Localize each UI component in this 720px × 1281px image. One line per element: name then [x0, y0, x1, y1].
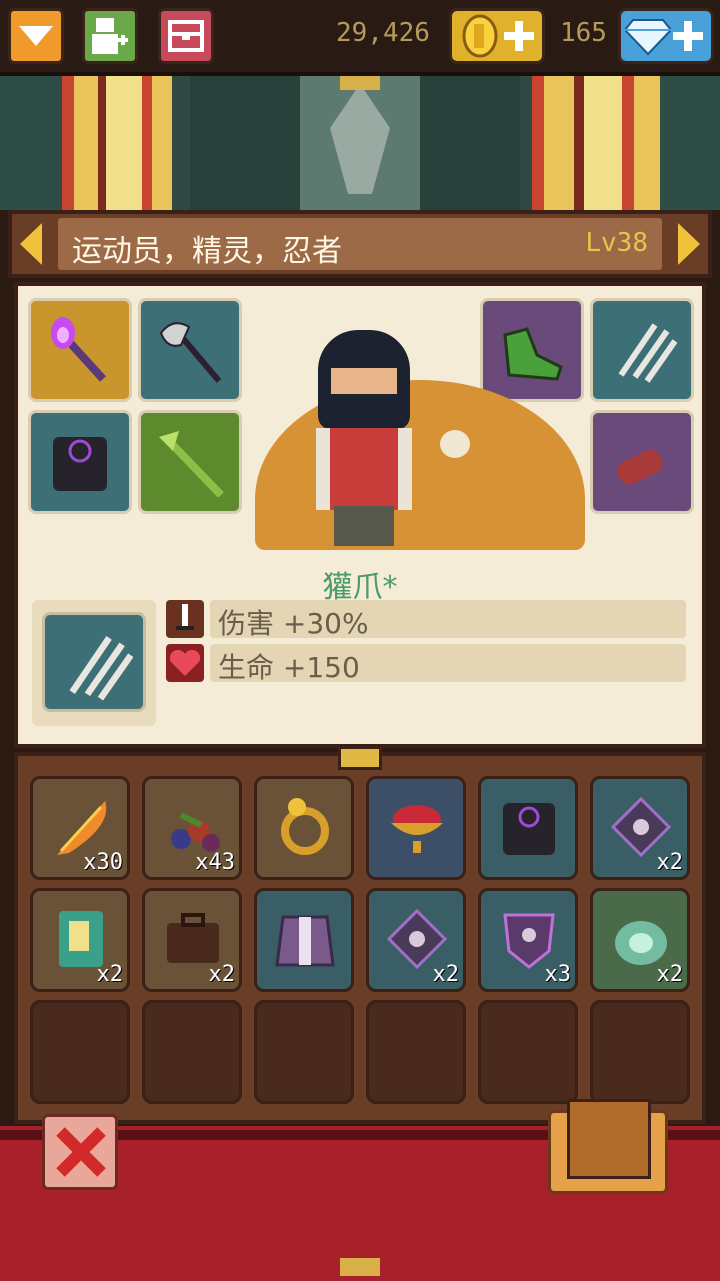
top-bar: 29,426 165 — [0, 0, 720, 76]
dark-armor-icon — [503, 803, 555, 855]
add-hero-icon — [92, 18, 128, 54]
item-count: x2 — [96, 962, 124, 987]
item-count: x2 — [208, 962, 236, 987]
inventory-slot[interactable]: x2 — [590, 776, 690, 880]
claw-icon — [69, 636, 133, 701]
add-hero-button[interactable] — [82, 8, 138, 64]
inventory-slot[interactable] — [366, 776, 466, 880]
gold-ring-icon — [281, 798, 329, 855]
treasure-chest-icon — [567, 1099, 651, 1179]
next-hero-arrow-icon[interactable] — [678, 223, 700, 265]
inventory-slot[interactable]: x43 — [142, 776, 242, 880]
purple-torch-icon — [51, 317, 106, 382]
plus-icon — [671, 19, 705, 53]
chest-menu-button[interactable] — [158, 8, 214, 64]
diamond-icon — [625, 19, 671, 56]
character-name-bar: 运动员，精灵，忍者 Lv38 — [8, 210, 712, 278]
ruby-bowl-icon — [391, 805, 443, 853]
purple-robe-icon — [275, 915, 335, 967]
dark-armor-icon — [53, 437, 107, 491]
gold-amount: 29,426 — [336, 18, 430, 48]
claw-icon — [618, 323, 677, 383]
inventory-slot[interactable] — [478, 776, 578, 880]
chest-menu-icon — [168, 20, 204, 52]
hero-classes: 运动员，精灵，忍者 — [72, 234, 342, 269]
inventory-slot-empty[interactable] — [142, 1000, 242, 1104]
inventory-slot[interactable]: x30 — [30, 776, 130, 880]
item-count: x30 — [83, 850, 123, 875]
skull-icon — [440, 430, 470, 458]
inventory-slot-empty[interactable] — [254, 1000, 354, 1104]
item-count: x2 — [432, 962, 460, 987]
bamboo-staff-icon — [159, 431, 224, 497]
equip-slot-staff[interactable] — [138, 410, 242, 514]
battle-axe-icon — [159, 322, 222, 383]
inventory-slot-empty[interactable] — [366, 1000, 466, 1104]
sword-icon — [166, 600, 204, 638]
stat-damage-text: 伤害 +30% — [218, 607, 369, 640]
stat-health-text: 生命 +150 — [218, 651, 360, 684]
inventory-clasp — [338, 746, 382, 770]
dropdown-button[interactable] — [8, 8, 64, 64]
treasure-pile — [255, 380, 585, 550]
dropdown-icon — [19, 26, 53, 46]
inventory-slot-empty[interactable] — [590, 1000, 690, 1104]
selected-item-slot[interactable] — [42, 612, 146, 712]
equip-slot-claw[interactable] — [590, 298, 694, 402]
equip-slot-offhand[interactable] — [138, 298, 242, 402]
inventory-slot[interactable]: x3 — [478, 888, 578, 992]
inventory-slot[interactable] — [254, 888, 354, 992]
equip-slot-armor[interactable] — [28, 410, 132, 514]
hero-level: Lv38 — [585, 228, 648, 258]
storage-chest-button[interactable] — [548, 1099, 668, 1194]
plus-icon — [502, 19, 536, 53]
equip-slot-accessory[interactable] — [590, 410, 694, 514]
inventory-slot[interactable]: x2 — [142, 888, 242, 992]
inventory-slot[interactable] — [254, 776, 354, 880]
inventory-slot-empty[interactable] — [478, 1000, 578, 1104]
hero-scene — [255, 330, 585, 550]
previous-hero-arrow-icon[interactable] — [20, 223, 42, 265]
item-count: x2 — [656, 962, 684, 987]
gem-amount: 165 — [560, 18, 607, 48]
buy-gold-button[interactable] — [449, 8, 545, 64]
close-button[interactable] — [42, 1114, 118, 1190]
banner-clasp — [340, 76, 380, 90]
inventory-slot[interactable]: x2 — [590, 888, 690, 992]
bottom-clasp — [340, 1258, 380, 1276]
inventory-slot[interactable]: x2 — [366, 888, 466, 992]
item-count: x43 — [195, 850, 235, 875]
item-count: x3 — [544, 962, 572, 987]
scroll-icon — [617, 449, 663, 485]
stat-health: 生命 +150 — [166, 644, 686, 684]
scene-banner — [0, 76, 720, 210]
equip-slot-weapon[interactable] — [28, 298, 132, 402]
inventory-slot[interactable]: x2 — [30, 888, 130, 992]
heart-icon — [166, 644, 204, 682]
inventory-slot-empty[interactable] — [30, 1000, 130, 1104]
stat-damage: 伤害 +30% — [166, 600, 686, 640]
buy-gems-button[interactable] — [618, 8, 714, 64]
item-count: x2 — [656, 850, 684, 875]
coin-icon — [462, 14, 498, 58]
